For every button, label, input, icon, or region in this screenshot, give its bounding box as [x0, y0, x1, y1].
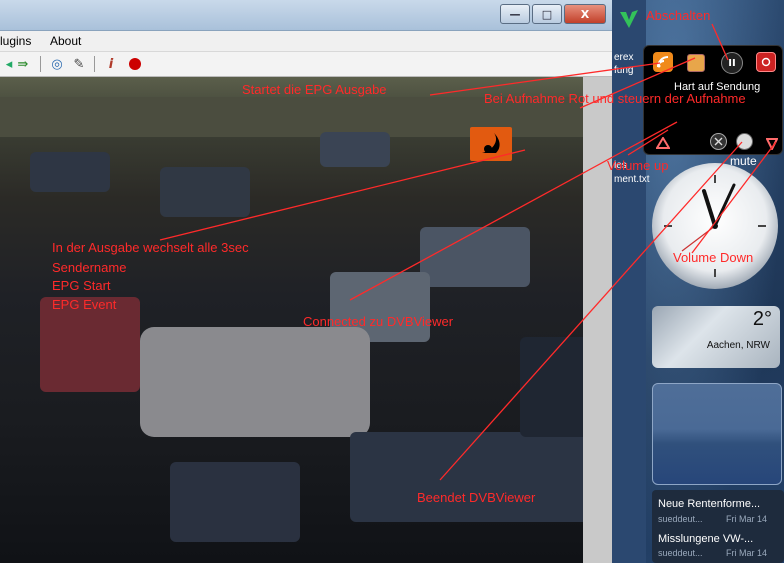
annotation-connected: Connected zu DVBViewer: [303, 314, 454, 329]
annotation-output-line: EPG Start: [52, 278, 111, 293]
annotation-output-line: In der Ausgabe wechselt alle 3sec: [52, 240, 249, 255]
annotation-lines: [159, 23, 777, 481]
annotation-epg-output: Startet die EPG Ausgabe: [242, 82, 387, 97]
annotation-shutdown: Abschalten: [646, 8, 711, 23]
annotation-output-line: EPG Event: [52, 297, 117, 312]
annotation-volume-down: Volume Down: [673, 250, 754, 265]
annotation-recording: Bei Aufnahme Rot und steuern der Aufnahm…: [484, 91, 746, 106]
annotation-volume-up: Volume up: [607, 158, 669, 173]
annotation-quit: Beendet DVBViewer: [417, 490, 536, 505]
annotation-output-line: Sendername: [52, 260, 127, 275]
